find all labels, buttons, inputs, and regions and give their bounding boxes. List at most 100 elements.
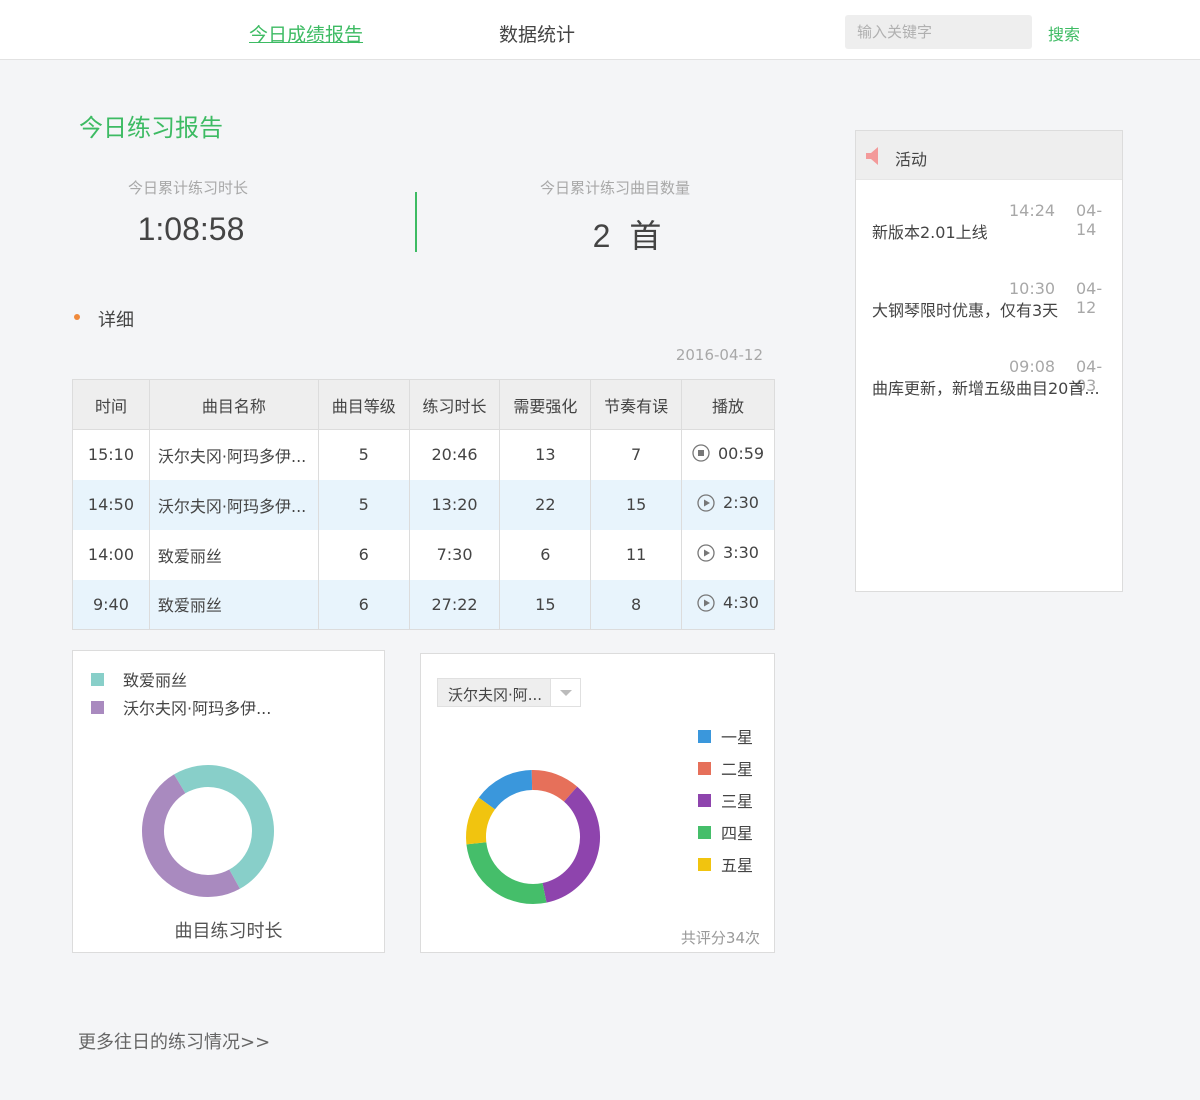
level-cell: 6 xyxy=(317,579,410,630)
donut-slice-4[interactable] xyxy=(466,841,547,904)
time-cell: 14:50 xyxy=(72,479,150,530)
legend-item: 四星 xyxy=(698,820,753,844)
donut-slice-2[interactable] xyxy=(142,774,240,897)
table-header-row: 时间 曲目名称 曲目等级 练习时长 需要强化 节奏有误 播放 xyxy=(72,379,775,430)
tab-today-report[interactable]: 今日成绩报告 xyxy=(249,20,363,47)
donut-slice-1[interactable] xyxy=(174,765,274,889)
donut-slice-2[interactable] xyxy=(531,770,578,802)
legend-label: 沃尔夫冈·阿玛多伊... xyxy=(123,699,272,718)
rating-donut xyxy=(466,770,600,904)
tab-statistics[interactable]: 数据统计 xyxy=(499,20,575,47)
play-cell: 2:30 xyxy=(681,479,775,530)
speaker-icon xyxy=(866,147,878,165)
rhythm-cell: 8 xyxy=(590,579,683,630)
play-icon[interactable] xyxy=(697,544,715,562)
play-duration: 4:30 xyxy=(723,593,759,612)
rhythm-cell: 7 xyxy=(590,429,683,480)
play-icon[interactable] xyxy=(697,494,715,512)
activity-time: 14:24 xyxy=(1009,201,1056,220)
detail-heading: 详细 xyxy=(98,310,134,331)
donut-slice-3[interactable] xyxy=(542,786,600,903)
activity-date: 04-14 xyxy=(1076,201,1103,239)
play-duration: 00:59 xyxy=(717,443,765,463)
legend-item: 致爱丽丝 xyxy=(91,667,187,691)
reinforce-cell: 22 xyxy=(499,479,592,530)
play-cell: 00:59 xyxy=(681,429,775,480)
reinforce-cell: 15 xyxy=(499,579,592,630)
piece-select[interactable]: 沃尔夫冈·阿... xyxy=(437,678,581,707)
activity-text: 曲库更新，新增五级曲目20首... xyxy=(872,379,1100,398)
header-piece-name[interactable]: 曲目名称 xyxy=(148,379,319,430)
activity-time: 09:08 xyxy=(1009,357,1056,376)
table-row[interactable]: 15:10 沃尔夫冈·阿玛多伊... 5 20:46 13 7 00:59 xyxy=(72,429,775,480)
time-cell: 15:10 xyxy=(72,429,150,480)
legend-item: 一星 xyxy=(698,724,753,748)
duration-cell: 13:20 xyxy=(408,479,501,530)
header-reinforce[interactable]: 需要强化 xyxy=(499,379,592,430)
activity-date: 04-12 xyxy=(1076,279,1103,317)
legend-label: 四星 xyxy=(721,824,754,843)
header-rhythm[interactable]: 节奏有误 xyxy=(590,379,683,430)
activity-title: 活动 xyxy=(895,150,928,169)
legend-label: 一星 xyxy=(721,728,754,747)
rhythm-cell: 11 xyxy=(590,529,683,580)
duration-cell: 20:46 xyxy=(408,429,501,480)
activity-header: 活动 xyxy=(856,131,1122,180)
play-cell: 3:30 xyxy=(681,529,775,580)
legend-item: 二星 xyxy=(698,756,753,780)
piece-name-cell: 沃尔夫冈·阿玛多伊... xyxy=(148,479,319,530)
piece-name-cell: 致爱丽丝 xyxy=(148,579,319,630)
piece-select-value: 沃尔夫冈·阿... xyxy=(448,686,543,704)
reinforce-cell: 13 xyxy=(499,429,592,480)
chevron-down-icon[interactable] xyxy=(550,679,580,706)
reinforce-cell: 6 xyxy=(499,529,592,580)
table-row[interactable]: 9:40 致爱丽丝 6 27:22 15 8 4:30 xyxy=(72,579,775,630)
search-input[interactable] xyxy=(845,15,1032,49)
legend-item: 沃尔夫冈·阿玛多伊... xyxy=(91,695,271,719)
time-cell: 14:00 xyxy=(72,529,150,580)
duration-value: 1:08:58 xyxy=(137,211,245,247)
search-button[interactable]: 搜索 xyxy=(1048,21,1080,45)
activity-text: 新版本2.01上线 xyxy=(872,223,988,242)
time-cell: 9:40 xyxy=(72,579,150,630)
play-icon[interactable] xyxy=(697,593,715,612)
play-duration: 3:30 xyxy=(723,543,759,563)
practice-duration-chart-panel: 致爱丽丝 沃尔夫冈·阿玛多伊... 曲目练习时长 xyxy=(72,650,385,953)
legend-item: 五星 xyxy=(698,852,753,876)
donut-slice-5[interactable] xyxy=(466,797,496,845)
donut-slice-1[interactable] xyxy=(478,770,533,810)
legend-label: 二星 xyxy=(721,760,754,779)
table-row[interactable]: 14:00 致爱丽丝 6 7:30 6 11 3:30 xyxy=(72,529,775,580)
legend-swatch xyxy=(91,700,104,714)
legend-label: 三星 xyxy=(721,792,754,811)
header-level[interactable]: 曲目等级 xyxy=(317,379,410,430)
total-ratings: 共评分34次 xyxy=(680,929,760,947)
piece-name-cell: 沃尔夫冈·阿玛多伊... xyxy=(148,429,319,480)
top-bar: 今日成绩报告 数据统计 搜索 xyxy=(0,0,1200,60)
table-date: 2016-04-12 xyxy=(675,346,763,364)
legend-swatch xyxy=(698,825,711,839)
activity-text: 大钢琴限时优惠，仅有3天 xyxy=(872,301,1059,320)
rating-chart-panel: 沃尔夫冈·阿... 一星二星三星四星五星 共评分34次 xyxy=(420,653,775,953)
play-duration: 2:30 xyxy=(723,493,759,513)
duration-cell: 7:30 xyxy=(408,529,501,580)
header-time[interactable]: 时间 xyxy=(72,379,150,430)
stat-divider xyxy=(415,192,417,252)
header-play[interactable]: 播放 xyxy=(681,379,775,430)
legend-item: 三星 xyxy=(698,788,753,812)
header-duration[interactable]: 练习时长 xyxy=(408,379,501,430)
play-cell: 4:30 xyxy=(681,579,775,630)
activity-panel: 活动 14:24 04-14 新版本2.01上线 10:30 04-12 大钢琴限时优惠，… xyxy=(855,130,1123,592)
more-history-link[interactable]: 更多往日的练习情况>> xyxy=(78,1028,270,1054)
rhythm-cell: 15 xyxy=(590,479,683,530)
stop-icon[interactable] xyxy=(692,444,710,462)
chart-caption: 曲目练习时长 xyxy=(174,921,283,942)
legend-swatch xyxy=(91,672,104,686)
table-row[interactable]: 14:50 沃尔夫冈·阿玛多伊... 5 13:20 22 15 2:30 xyxy=(72,479,775,530)
piece-name-cell: 致爱丽丝 xyxy=(148,529,319,580)
practice-table: 时间 曲目名称 曲目等级 练习时长 需要强化 节奏有误 播放 15:10 沃尔夫冈… xyxy=(72,379,775,630)
bullet-icon xyxy=(74,314,80,320)
duration-cell: 27:22 xyxy=(408,579,501,630)
legend-swatch xyxy=(698,729,711,743)
level-cell: 6 xyxy=(317,529,410,580)
